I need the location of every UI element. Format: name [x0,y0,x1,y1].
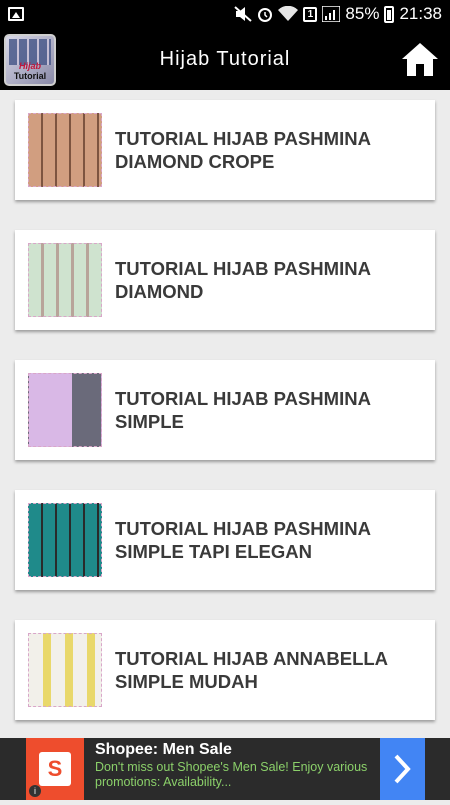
image-notification-icon [8,7,24,21]
clock: 21:38 [399,4,442,23]
ad-description[interactable]: Don't miss out Shopee's Men Sale! Enjoy … [95,760,375,790]
app-bar: Hijab Tutorial Hijab Tutorial [0,30,450,90]
tutorial-title: TUTORIAL HIJAB PASHMINA SIMPLE TAPI ELEG… [115,518,371,562]
home-icon[interactable] [400,40,440,80]
tutorial-thumbnail [28,503,102,577]
tutorial-card-1[interactable]: TUTORIAL HIJAB PASHMINA DIAMOND CROPE [15,100,435,200]
wifi-icon [278,6,299,21]
ad-info-icon[interactable]: i [29,785,41,797]
tutorial-thumbnail [28,373,102,447]
tutorial-thumbnail [28,113,102,187]
ad-banner[interactable]: S i Shopee: Men Sale Don't miss out Shop… [0,738,450,800]
tutorial-card-3[interactable]: TUTORIAL HIJAB PASHMINA SIMPLE [15,360,435,460]
battery-icon [384,5,395,23]
shopping-bag-icon: S [39,752,71,786]
tutorial-title: TUTORIAL HIJAB PASHMINA DIAMOND [115,258,371,302]
tutorial-card-5[interactable]: TUTORIAL HIJAB ANNABELLA SIMPLE MUDAH [15,620,435,720]
tutorial-card-2[interactable]: TUTORIAL HIJAB PASHMINA DIAMOND [15,230,435,330]
logo-text-bottom: Tutorial [13,71,47,81]
shopee-logo[interactable]: S i [26,738,84,800]
status-bar: 1 85% 21:38 [0,0,450,30]
ad-cta-button[interactable] [380,738,425,800]
sim-slot-icon: 1 [303,6,318,22]
tutorial-title: TUTORIAL HIJAB PASHMINA DIAMOND CROPE [115,128,371,172]
tutorial-thumbnail [28,633,102,707]
signal-icon [322,6,341,22]
tutorial-card-4[interactable]: TUTORIAL HIJAB PASHMINA SIMPLE TAPI ELEG… [15,490,435,590]
battery-percent: 85% [345,4,380,23]
page-title: Hijab Tutorial [159,48,291,70]
tutorial-title: TUTORIAL HIJAB ANNABELLA SIMPLE MUDAH [115,648,388,692]
chevron-right-icon [394,754,411,784]
mute-icon [234,6,253,22]
tutorial-title: TUTORIAL HIJAB PASHMINA SIMPLE [115,388,371,432]
tutorial-thumbnail [28,243,102,317]
ad-title[interactable]: Shopee: Men Sale [95,741,232,759]
alarm-icon [258,8,273,22]
